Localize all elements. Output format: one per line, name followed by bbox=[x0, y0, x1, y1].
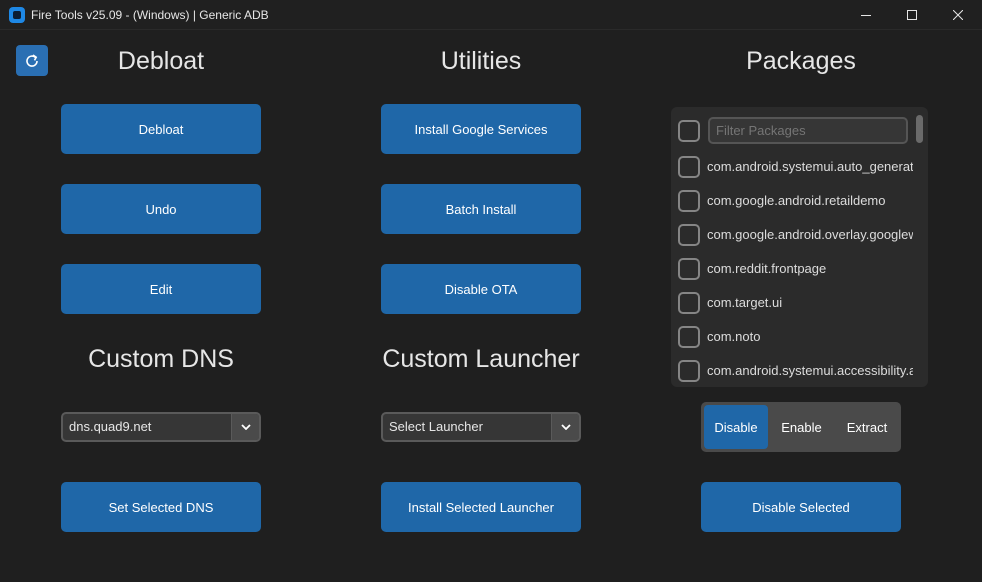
package-label: com.android.systemui.accessibility.acces… bbox=[707, 363, 913, 378]
custom-dns-heading: Custom DNS bbox=[88, 345, 234, 373]
package-list: com.android.systemui.auto_generated_rro_… bbox=[671, 107, 928, 387]
chevron-down-icon[interactable] bbox=[231, 414, 259, 440]
filter-packages-input[interactable] bbox=[708, 117, 908, 144]
package-item[interactable]: com.android.systemui.accessibility.acces… bbox=[671, 354, 916, 387]
select-all-checkbox[interactable] bbox=[678, 120, 700, 142]
package-label: com.google.android.overlay.googlewebview bbox=[707, 227, 913, 242]
package-checkbox[interactable] bbox=[678, 224, 700, 246]
package-item[interactable]: com.target.ui bbox=[671, 286, 916, 320]
maximize-icon bbox=[907, 10, 917, 20]
package-item[interactable]: com.reddit.frontpage bbox=[671, 252, 916, 286]
dns-dropdown[interactable]: dns.quad9.net bbox=[61, 412, 261, 442]
launcher-dropdown[interactable]: Select Launcher bbox=[381, 412, 581, 442]
disable-ota-button[interactable]: Disable OTA bbox=[381, 264, 581, 314]
close-icon bbox=[953, 10, 963, 20]
packages-heading: Packages bbox=[746, 47, 856, 75]
launcher-selected-value: Select Launcher bbox=[389, 419, 483, 434]
set-selected-dns-button[interactable]: Set Selected DNS bbox=[61, 482, 261, 532]
mode-disable-option[interactable]: Disable bbox=[704, 405, 768, 449]
edit-button[interactable]: Edit bbox=[61, 264, 261, 314]
utilities-heading: Utilities bbox=[440, 47, 522, 75]
package-label: com.target.ui bbox=[707, 295, 783, 310]
package-label: com.noto bbox=[707, 329, 761, 344]
install-google-services-button[interactable]: Install Google Services bbox=[381, 104, 581, 154]
package-checkbox[interactable] bbox=[678, 156, 700, 178]
title-bar: Fire Tools v25.09 - (Windows) | Generic … bbox=[0, 0, 982, 30]
package-label: com.android.systemui.auto_generated_rro_… bbox=[707, 159, 913, 174]
mode-extract-option[interactable]: Extract bbox=[835, 405, 899, 449]
undo-button[interactable]: Undo bbox=[61, 184, 261, 234]
window-title: Fire Tools v25.09 - (Windows) | Generic … bbox=[31, 8, 269, 22]
refresh-icon bbox=[26, 53, 38, 67]
package-label: com.reddit.frontpage bbox=[707, 261, 827, 276]
batch-install-button[interactable]: Batch Install bbox=[381, 184, 581, 234]
close-button[interactable] bbox=[935, 0, 981, 30]
mode-enable-option[interactable]: Enable bbox=[768, 405, 835, 449]
dns-selected-value: dns.quad9.net bbox=[69, 419, 152, 434]
install-selected-launcher-button[interactable]: Install Selected Launcher bbox=[381, 482, 581, 532]
custom-launcher-heading: Custom Launcher bbox=[382, 345, 580, 373]
package-checkbox[interactable] bbox=[678, 258, 700, 280]
package-mode-selector: Disable Enable Extract bbox=[701, 402, 901, 452]
package-checkbox[interactable] bbox=[678, 360, 700, 382]
package-item[interactable]: com.android.systemui.auto_generated_rro_… bbox=[671, 150, 916, 184]
minimize-button[interactable] bbox=[843, 0, 889, 30]
package-label: com.google.android.retaildemo bbox=[707, 193, 886, 208]
package-item[interactable]: com.google.android.overlay.googlewebview bbox=[671, 218, 916, 252]
package-item[interactable]: com.google.android.retaildemo bbox=[671, 184, 916, 218]
package-item[interactable]: com.noto bbox=[671, 320, 916, 354]
chevron-down-icon[interactable] bbox=[551, 414, 579, 440]
scrollbar-thumb[interactable] bbox=[916, 115, 923, 143]
package-checkbox[interactable] bbox=[678, 326, 700, 348]
disable-selected-button[interactable]: Disable Selected bbox=[701, 482, 901, 532]
app-icon bbox=[9, 7, 25, 23]
minimize-icon bbox=[861, 15, 871, 16]
maximize-button[interactable] bbox=[889, 0, 935, 30]
refresh-button[interactable] bbox=[16, 45, 48, 76]
package-checkbox[interactable] bbox=[678, 190, 700, 212]
package-checkbox[interactable] bbox=[678, 292, 700, 314]
debloat-heading: Debloat bbox=[117, 47, 205, 75]
debloat-button[interactable]: Debloat bbox=[61, 104, 261, 154]
